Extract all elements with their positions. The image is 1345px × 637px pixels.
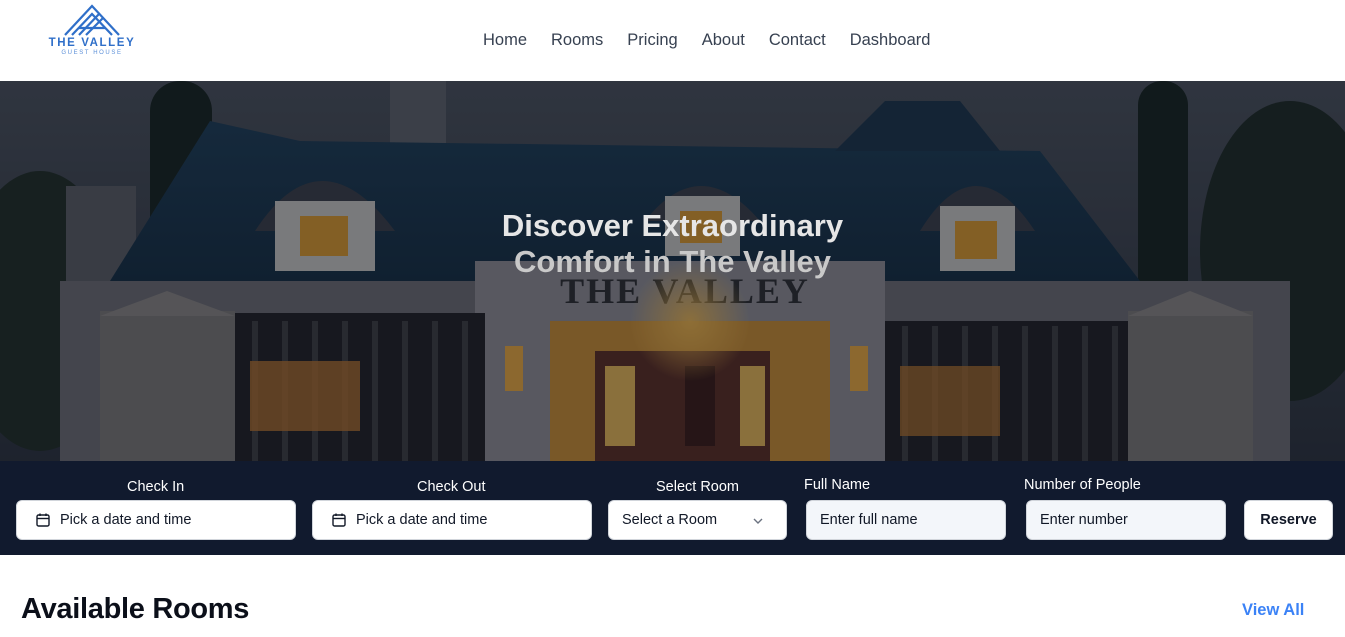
room-select-value: Select a Room: [622, 512, 718, 528]
nav-rooms[interactable]: Rooms: [551, 30, 603, 50]
hero-title-line2: Comfort in The Valley: [514, 244, 831, 279]
full-name-label: Full Name: [804, 477, 871, 493]
hero-section: THE VALLEY: [0, 81, 1345, 461]
nav-pricing[interactable]: Pricing: [627, 30, 677, 50]
full-name-field[interactable]: Enter full name: [806, 500, 1006, 540]
nav-about[interactable]: About: [702, 30, 745, 50]
available-rooms-title: Available Rooms: [21, 593, 250, 625]
hero-title: Discover Extraordinary Comfort in The Va…: [0, 208, 1345, 280]
view-all-link[interactable]: View All: [1242, 601, 1304, 620]
chevron-down-icon: [753, 518, 763, 524]
room-select[interactable]: Select a Room: [608, 500, 787, 540]
reserve-button[interactable]: Reserve: [1244, 500, 1333, 540]
people-field[interactable]: Enter number: [1026, 500, 1226, 540]
brand-tagline: GUEST HOUSE: [61, 50, 123, 56]
nav-dashboard[interactable]: Dashboard: [850, 30, 931, 50]
calendar-icon: [36, 513, 50, 527]
check-in-value: Pick a date and time: [60, 512, 192, 528]
full-name-placeholder: Enter full name: [820, 512, 918, 528]
nav-home[interactable]: Home: [483, 30, 527, 50]
check-out-label: Check Out: [417, 479, 486, 495]
hero-title-line1: Discover Extraordinary: [501, 208, 844, 243]
select-room-label: Select Room: [656, 479, 740, 495]
calendar-icon: [332, 513, 346, 527]
brand-logo[interactable]: THE VALLEY GUEST HOUSE: [42, 2, 142, 62]
nav-contact[interactable]: Contact: [769, 30, 826, 50]
site-header: THE VALLEY GUEST HOUSE Home Rooms Pricin…: [0, 0, 1345, 81]
brand-name: THE VALLEY: [48, 37, 136, 49]
people-label: Number of People: [1024, 477, 1141, 493]
main-nav: Home Rooms Pricing About Contact Dashboa…: [483, 30, 930, 50]
people-placeholder: Enter number: [1040, 512, 1128, 528]
booking-bar: Check In Pick a date and time Check Out …: [0, 461, 1345, 555]
check-in-label: Check In: [127, 479, 185, 495]
check-out-picker[interactable]: Pick a date and time: [312, 500, 592, 540]
check-in-picker[interactable]: Pick a date and time: [16, 500, 296, 540]
check-out-value: Pick a date and time: [356, 512, 488, 528]
mountain-logo-icon: [64, 4, 120, 36]
